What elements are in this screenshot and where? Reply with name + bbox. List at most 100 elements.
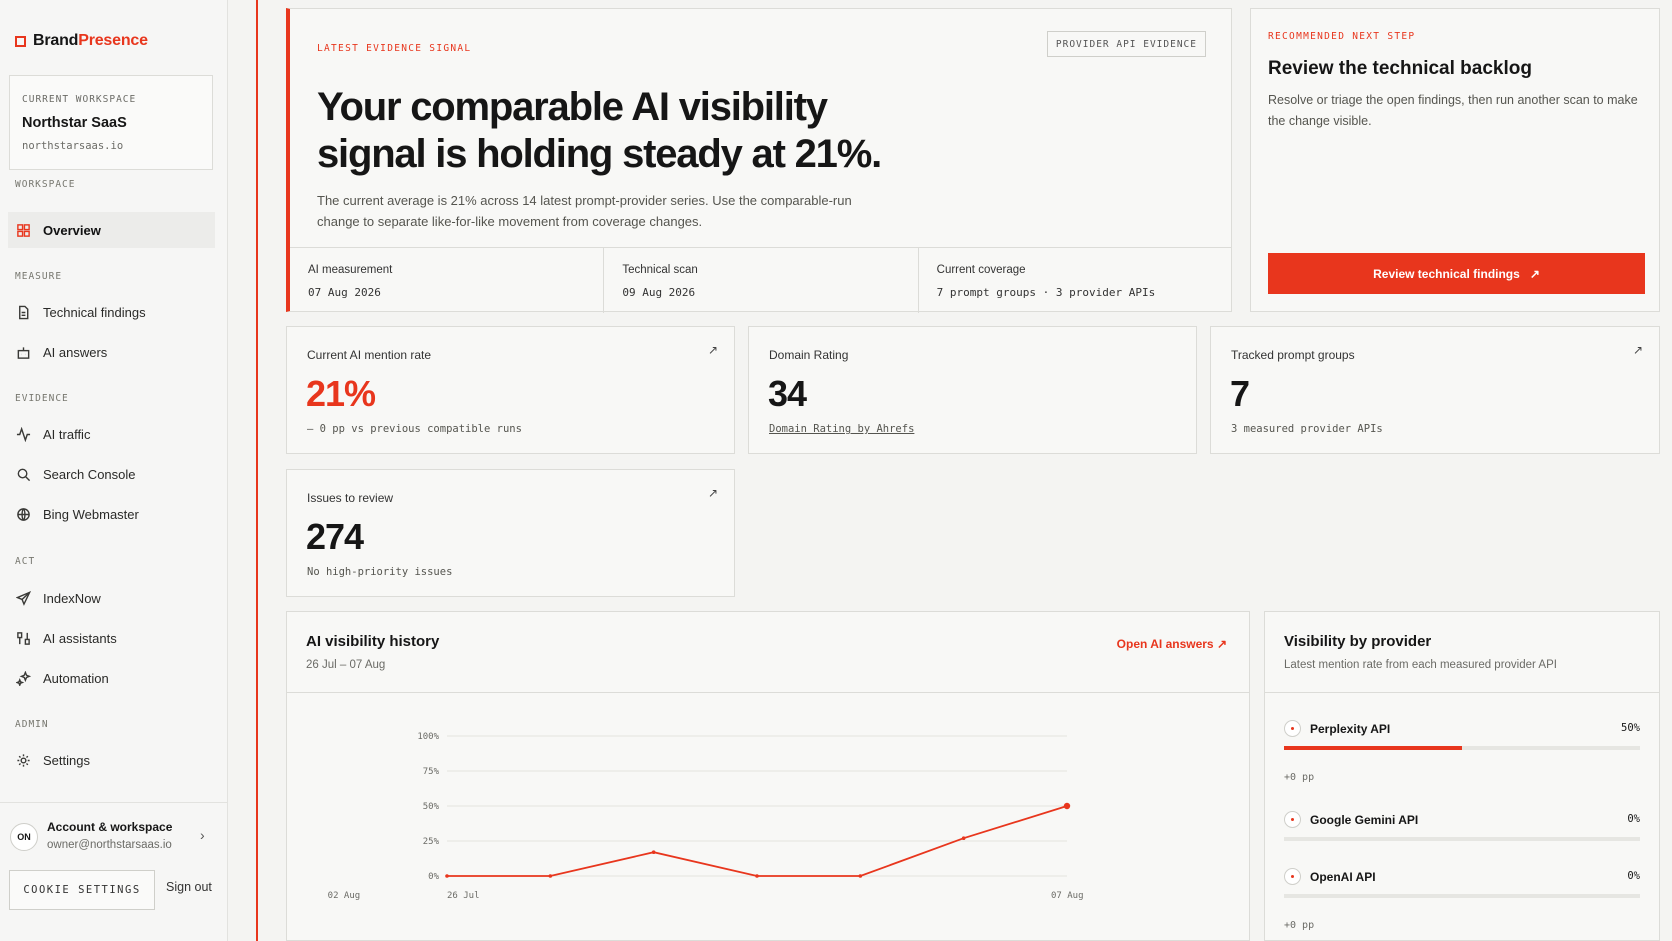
ai-visibility-history-panel: AI visibility history 26 Jul – 07 Aug Op… <box>286 611 1250 941</box>
nav-label: Bing Webmaster <box>43 506 139 522</box>
divider <box>1265 692 1659 693</box>
next-description: Resolve or triage the open findings, the… <box>1268 93 1638 128</box>
gear-icon <box>17 753 30 767</box>
data-point <box>755 874 759 878</box>
x-tick-label: 07 Aug <box>1051 891 1084 901</box>
provider-bar-fill <box>1284 746 1462 750</box>
stat-value: 7 prompt groups · 3 provider APIs <box>936 286 1156 299</box>
account-title: Account & workspace <box>47 820 173 834</box>
hero-kicker: LATEST EVIDENCE SIGNAL <box>317 43 472 54</box>
nav-indexnow[interactable]: IndexNow <box>8 580 215 616</box>
provider-change: +0 pp <box>1284 772 1315 783</box>
nav-automation[interactable]: Automation <box>8 660 215 696</box>
brand-name-part2: Presence <box>78 32 148 49</box>
provider-name: OpenAI API <box>1310 870 1376 884</box>
provider-name: Perplexity API <box>1310 722 1391 736</box>
provider-bar <box>1284 894 1640 898</box>
next-title: Review the technical backlog <box>1268 58 1532 79</box>
provider-name: Google Gemini API <box>1310 813 1419 827</box>
nav-overview[interactable]: Overview <box>8 212 215 248</box>
y-tick-label: 50% <box>423 802 440 812</box>
brand-name-part1: Brand <box>33 32 79 49</box>
y-tick-label: 100% <box>417 732 439 742</box>
globe-icon <box>17 507 30 521</box>
arrow-up-right-icon[interactable]: ↗ <box>708 486 718 500</box>
metric-value: 21% <box>306 373 376 414</box>
hero-headline: Your comparable AI visibility signal is … <box>317 85 882 176</box>
ahrefs-link[interactable]: Domain Rating by Ahrefs <box>769 423 914 435</box>
nav-label: AI answers <box>43 344 108 360</box>
workspace-card[interactable]: CURRENT WORKSPACE Northstar SaaS northst… <box>9 75 213 170</box>
workspace-label: CURRENT WORKSPACE <box>22 94 137 105</box>
arrow-up-right-icon[interactable]: ↗ <box>708 343 718 357</box>
sign-out-link[interactable]: Sign out <box>166 880 212 894</box>
x-tick-label: 02 Aug <box>328 891 361 901</box>
nav-search-console[interactable]: Search Console <box>8 456 215 492</box>
nav-settings[interactable]: Settings <box>8 742 215 778</box>
stat-value: 09 Aug 2026 <box>622 286 696 299</box>
y-tick-label: 75% <box>423 767 440 777</box>
y-tick-label: 0% <box>428 872 439 882</box>
status-dot-icon <box>1284 868 1301 885</box>
section-workspace: WORKSPACE <box>15 179 76 190</box>
nav-ai-assistants[interactable]: AI assistants <box>8 620 215 656</box>
provider-pct: 50% <box>1621 722 1640 734</box>
stat-value: 07 Aug 2026 <box>308 286 381 299</box>
review-technical-findings-button[interactable]: Review technical findings ↗ <box>1268 253 1645 294</box>
brand-square-icon <box>15 35 26 47</box>
account-email: owner@northstarsaas.io <box>47 839 172 851</box>
metric-label: Current AI mention rate <box>307 348 432 362</box>
data-point <box>651 850 656 854</box>
provider-title: Visibility by provider <box>1284 633 1432 650</box>
send-icon <box>16 590 31 606</box>
open-ai-answers-link[interactable]: Open AI answers ↗ <box>1117 637 1227 651</box>
nav-ai-traffic[interactable]: AI traffic <box>8 416 215 452</box>
provider-bar <box>1284 837 1640 841</box>
main-content: LATEST EVIDENCE SIGNAL PROVIDER API EVID… <box>256 0 1672 941</box>
metric-value: 274 <box>306 516 364 557</box>
arrow-up-right-icon[interactable]: ↗ <box>1633 343 1643 357</box>
activity-icon <box>16 426 31 442</box>
nav-label: Settings <box>43 752 90 768</box>
arrow-up-right-icon: ↗ <box>1529 266 1540 281</box>
nav-ai-answers[interactable]: AI answers <box>8 334 215 370</box>
next-kicker: RECOMMENDED NEXT STEP <box>1268 31 1416 42</box>
account-menu[interactable]: ON Account & workspace owner@northstarsa… <box>0 802 228 862</box>
nav-bing-webmaster[interactable]: Bing Webmaster <box>8 496 215 532</box>
data-point <box>961 836 966 840</box>
data-point <box>445 874 449 878</box>
provider-pct: 0% <box>1627 813 1640 825</box>
robot-icon <box>17 346 30 359</box>
stat-ai-measurement: AI measurement 07 Aug 2026 <box>290 248 605 313</box>
assistants-icon <box>17 631 30 645</box>
hero-description: The current average is 21% across 14 lat… <box>317 193 852 229</box>
metric-ai-mention-rate[interactable]: Current AI mention rate 21% – 0 pp vs pr… <box>286 326 735 454</box>
cta-label: Review technical findings <box>1373 266 1520 281</box>
nav-label: Overview <box>43 222 101 238</box>
metric-label: Domain Rating <box>769 348 849 362</box>
nav-label: Technical findings <box>43 304 146 320</box>
nav-label: AI assistants <box>43 630 117 646</box>
hero-stats: AI measurement 07 Aug 2026 Technical sca… <box>290 247 1232 313</box>
sidebar: BrandPresence CURRENT WORKSPACE Northsta… <box>0 0 228 941</box>
section-evidence: EVIDENCE <box>15 393 69 404</box>
brand-logo[interactable]: BrandPresence <box>15 32 148 50</box>
sparkle-icon <box>16 670 31 686</box>
grid-icon <box>17 223 30 237</box>
data-point <box>548 874 553 878</box>
avatar: ON <box>10 823 38 851</box>
stat-label: Technical scan <box>622 264 698 276</box>
stat-current-coverage: Current coverage 7 prompt groups · 3 pro… <box>919 248 1232 313</box>
cookie-settings-button[interactable]: COOKIE SETTINGS <box>9 870 155 910</box>
metric-value: 34 <box>768 373 807 414</box>
evidence-signal-panel: LATEST EVIDENCE SIGNAL PROVIDER API EVID… <box>286 8 1232 313</box>
provider-subtitle: Latest mention rate from each measured p… <box>1284 659 1557 671</box>
visibility-line-chart: 0% 25% 50% 75% 100% 26 Jul 02 Aug 07 Aug <box>328 732 1084 901</box>
status-dot-icon <box>1284 811 1301 828</box>
metric-label: Tracked prompt groups <box>1231 348 1355 362</box>
metric-label: Issues to review <box>307 491 394 505</box>
metric-tracked-prompt-groups[interactable]: Tracked prompt groups 7 3 measured provi… <box>1210 326 1660 454</box>
nav-technical-findings[interactable]: Technical findings <box>8 294 215 330</box>
metric-issues-to-review[interactable]: Issues to review 274 No high-priority is… <box>286 469 735 597</box>
document-icon <box>19 305 29 319</box>
